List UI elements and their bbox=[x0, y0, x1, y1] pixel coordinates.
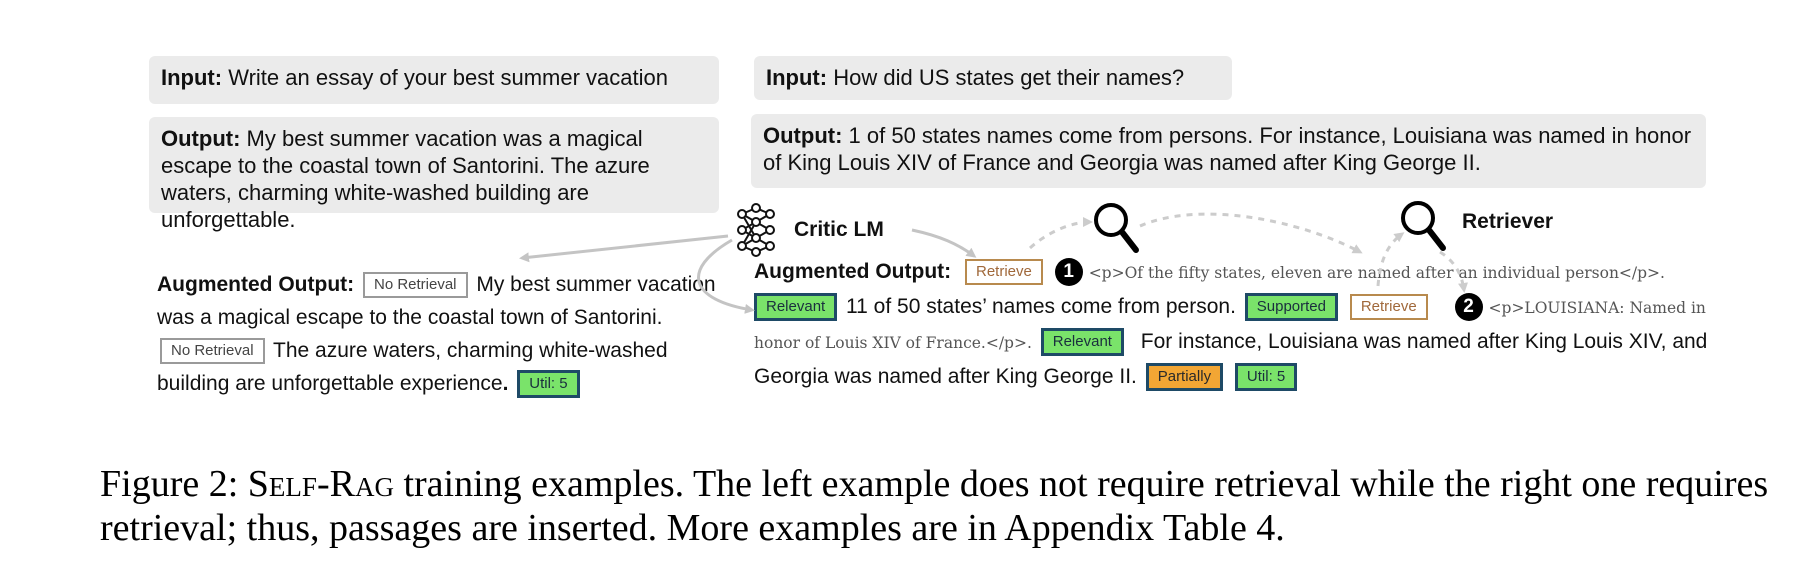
arrow-to-retrieve bbox=[911, 228, 977, 258]
caption-name-dash: - bbox=[316, 463, 330, 505]
magnifier-icon bbox=[1094, 203, 1139, 253]
arrow-to-left-output bbox=[519, 234, 729, 263]
caption-name-ag: AG bbox=[354, 463, 394, 505]
dashed-arrow-retrieve-to-magnifier bbox=[1028, 217, 1093, 250]
caption-name-elf: ELF bbox=[268, 463, 317, 505]
dashed-arrow-magnifier-down bbox=[1439, 250, 1468, 293]
caption-prefix: Figure 2: bbox=[100, 463, 248, 505]
caption-name-s: S bbox=[247, 463, 269, 505]
dashed-arrow-magnifier-to-passage bbox=[1139, 212, 1363, 254]
figure-caption: Figure 2: SELF-RAG training examples. Th… bbox=[100, 462, 1780, 550]
neural-network-icon bbox=[737, 203, 775, 257]
magnifier-icon bbox=[1401, 201, 1446, 251]
caption-name-r: R bbox=[329, 463, 355, 505]
dashed-arrow-retrieve-up bbox=[1376, 232, 1405, 287]
